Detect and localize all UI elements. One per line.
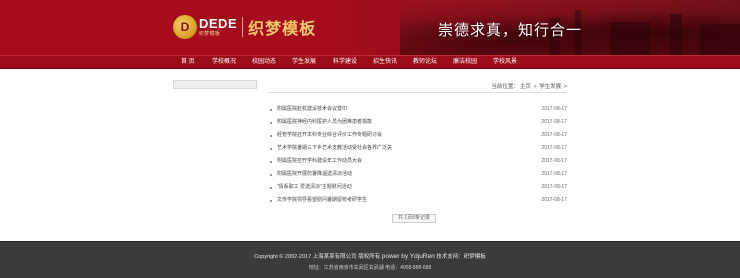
article-title-link[interactable]: 经管学院召开本科专业综合评价工作专题研讨会 bbox=[277, 129, 382, 142]
article-date: 2017-08-17 bbox=[541, 106, 567, 112]
list-item: 附属医院开展防暑降温送清凉活动 2017-08-17 bbox=[270, 168, 567, 181]
breadcrumb-home-link[interactable]: 主页 bbox=[520, 84, 531, 90]
bullet-icon bbox=[270, 109, 272, 111]
nav-item-admissions[interactable]: 招生快讯 bbox=[373, 56, 397, 69]
nav-item-clean-campus[interactable]: 廉洁校园 bbox=[453, 56, 477, 69]
bullet-icon bbox=[270, 148, 272, 150]
list-item: 经管学院召开本科专业综合评价工作专题研讨会 2017-08-17 bbox=[270, 129, 567, 142]
bullet-icon bbox=[270, 135, 272, 137]
footer-copyright: Copyright © 2002-2017 上海某某有限公司 版权所有 powe… bbox=[0, 252, 740, 260]
logo-dede-text: DEDE bbox=[199, 16, 238, 31]
bullet-icon bbox=[270, 174, 272, 176]
nav-item-science[interactable]: 科学建设 bbox=[333, 56, 357, 69]
pagination-info: 共 1页8条记录 bbox=[392, 214, 436, 223]
article-title-link[interactable]: 附属医院开展防暑降温送清凉活动 bbox=[277, 168, 352, 181]
article-title-link[interactable]: 附属医院赴杭建设技术会议暨印 bbox=[277, 103, 347, 116]
nav-item-student-development[interactable]: 学生发展 bbox=[292, 56, 316, 69]
logo-sub-text: 织梦模板 bbox=[199, 31, 221, 37]
copyright-text: Copyright © 2002-2017 上海某某有限公司 版权所有 bbox=[254, 254, 381, 260]
article-title-link[interactable]: “情系职工 爱送清凉”主题慰问活动 bbox=[277, 181, 352, 194]
article-date: 2017-08-17 bbox=[541, 171, 567, 177]
bullet-icon bbox=[270, 122, 272, 124]
logo-emblem-icon: D bbox=[173, 15, 197, 39]
article-date: 2017-08-17 bbox=[541, 132, 567, 138]
list-item: 艺术学院暑期三下乡艺术支教活动受社会各界广泛关 2017-08-17 bbox=[270, 142, 567, 155]
nav-item-news[interactable]: 校园动态 bbox=[252, 56, 276, 69]
list-item: 文传学院领导看望慰问暑期留校考研学生 2017-08-17 bbox=[270, 194, 567, 207]
list-item: 附属医院神经内科医护人员为困难患者捐款 2017-08-17 bbox=[270, 116, 567, 129]
bullet-icon bbox=[270, 200, 272, 202]
article-title-link[interactable]: 艺术学院暑期三下乡艺术支教活动受社会各界广泛关 bbox=[277, 142, 392, 155]
bullet-icon bbox=[270, 187, 272, 189]
nav-item-about[interactable]: 学校概况 bbox=[212, 56, 236, 69]
sidebar-header-box bbox=[173, 80, 257, 89]
main-nav: 首 页 学校概况 校园动态 学生发展 科学建设 招生快讯 教师论坛 廉洁校园 学… bbox=[0, 55, 740, 69]
article-title-link[interactable]: 附属医院神经内科医护人员为困难患者捐款 bbox=[277, 116, 372, 129]
breadcrumb: 当前位置：主页 > 学生发展 > bbox=[268, 83, 567, 93]
article-date: 2017-08-17 bbox=[541, 197, 567, 203]
list-item: 附属医院赴杭建设技术会议暨印 2017-08-17 bbox=[270, 103, 567, 116]
support-label: 技术支持： bbox=[436, 254, 464, 260]
breadcrumb-separator: > bbox=[533, 84, 537, 90]
powered-by-text: power by YdjuRen bbox=[381, 253, 435, 260]
support-link[interactable]: 织梦模板 bbox=[464, 254, 486, 260]
article-date: 2017-08-17 bbox=[541, 119, 567, 125]
list-item: “情系职工 爱送清凉”主题慰问活动 2017-08-17 bbox=[270, 181, 567, 194]
logo-divider bbox=[242, 17, 244, 37]
article-date: 2017-08-17 bbox=[541, 184, 567, 190]
breadcrumb-current-link[interactable]: 学生发展 bbox=[539, 84, 561, 90]
nav-item-home[interactable]: 首 页 bbox=[181, 56, 195, 69]
nav-item-teacher-forum[interactable]: 教师论坛 bbox=[413, 56, 437, 69]
article-title-link[interactable]: 文传学院领导看望慰问暑期留校考研学生 bbox=[277, 194, 367, 207]
list-item: 附属医院召开学科建设年工作动员大会 2017-08-17 bbox=[270, 155, 567, 168]
footer-address: 地址：江苏省南京市玄武区玄武湖 电话：4008-888-888 bbox=[308, 265, 432, 271]
header-slogan: 崇德求真，知行合一 bbox=[438, 21, 583, 39]
site-footer: Copyright © 2002-2017 上海某某有限公司 版权所有 powe… bbox=[0, 241, 740, 278]
article-date: 2017-08-17 bbox=[541, 145, 567, 151]
breadcrumb-separator: > bbox=[563, 84, 567, 90]
site-logo[interactable]: D DEDE 织梦模板 织梦模板 bbox=[173, 14, 316, 40]
article-title-link[interactable]: 附属医院召开学科建设年工作动员大会 bbox=[277, 155, 362, 168]
header-banner: D DEDE 织梦模板 织梦模板 崇德求真，知行合一 bbox=[0, 0, 740, 55]
breadcrumb-prefix: 当前位置： bbox=[491, 84, 519, 90]
logo-chinese-name: 织梦模板 bbox=[248, 21, 317, 38]
nav-item-scenery[interactable]: 学校风景 bbox=[493, 56, 517, 69]
bullet-icon bbox=[270, 161, 272, 163]
article-list: 附属医院赴杭建设技术会议暨印 2017-08-17 附属医院神经内科医护人员为困… bbox=[270, 103, 567, 207]
article-date: 2017-08-17 bbox=[541, 158, 567, 164]
